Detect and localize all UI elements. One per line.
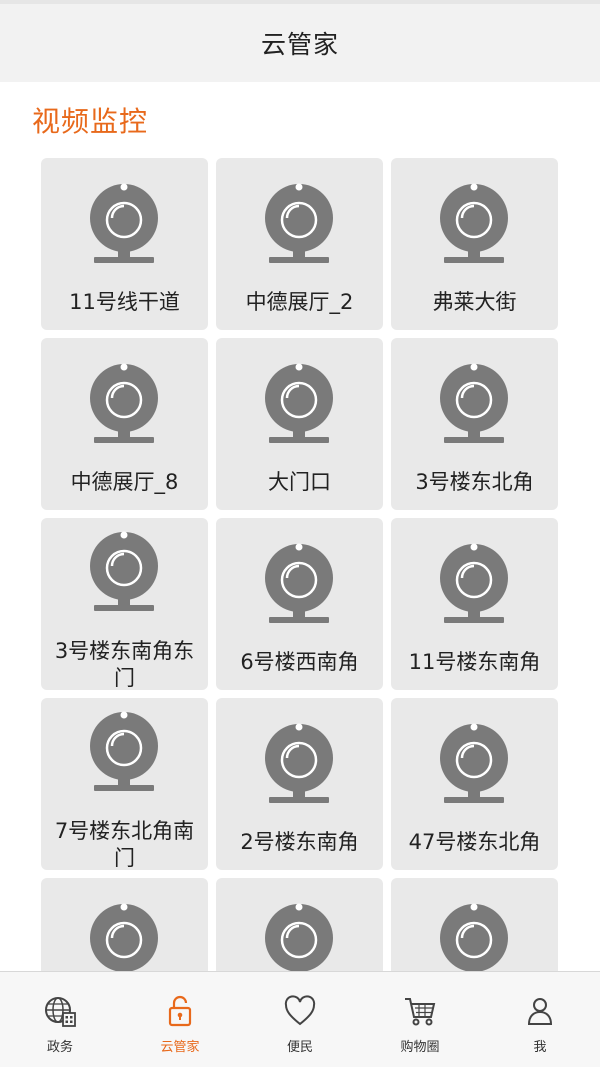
tab-person[interactable]: 我: [480, 972, 600, 1067]
camera-card[interactable]: [391, 878, 558, 971]
camera-card[interactable]: 11号楼东南角: [391, 518, 558, 690]
bottom-tab-bar: 政务 云管家 便民 购物圈 我: [0, 971, 600, 1067]
camera-label: 7号楼东北角南门: [54, 819, 195, 870]
camera-card[interactable]: 大门口: [216, 338, 383, 510]
camera-label: 中德展厅_2: [245, 290, 354, 314]
camera-icon: [438, 542, 510, 626]
camera-icon: [438, 902, 510, 971]
camera-card[interactable]: 中德展厅_2: [216, 158, 383, 330]
camera-card[interactable]: 3号楼东南角东门: [41, 518, 208, 690]
heart-icon: [283, 994, 317, 1032]
camera-label: 2号楼东南角: [240, 830, 359, 854]
camera-label: 3号楼东南角东门: [54, 639, 195, 690]
camera-icon: [263, 542, 335, 626]
page-title: 云管家: [260, 30, 339, 59]
camera-card[interactable]: 3号楼东北角: [391, 338, 558, 510]
camera-icon: [263, 182, 335, 266]
camera-label: 中德展厅_8: [70, 470, 179, 494]
camera-icon: [263, 362, 335, 446]
globe-building-icon: [43, 994, 77, 1032]
tab-unlock[interactable]: 云管家: [120, 972, 240, 1067]
unlock-icon: [163, 994, 197, 1032]
person-icon: [523, 994, 557, 1032]
tab-cart[interactable]: 购物圈: [360, 972, 480, 1067]
camera-card[interactable]: 6号楼西南角: [216, 518, 383, 690]
tab-globe-building[interactable]: 政务: [0, 972, 120, 1067]
camera-icon: [438, 362, 510, 446]
camera-card[interactable]: 11号线干道: [41, 158, 208, 330]
cart-icon: [403, 994, 437, 1032]
camera-card[interactable]: [41, 878, 208, 971]
app-header: 云管家: [0, 0, 600, 82]
camera-grid: 11号线干道 中德展厅_2 弗莱大街 中德展厅_8 大门口 3号楼东北角 3号楼…: [41, 158, 559, 971]
camera-label: 6号楼西南角: [240, 650, 359, 674]
camera-card[interactable]: [216, 878, 383, 971]
camera-icon: [263, 722, 335, 806]
camera-card[interactable]: 2号楼东南角: [216, 698, 383, 870]
camera-label: 11号线干道: [69, 290, 180, 314]
tab-label: 便民: [286, 1040, 313, 1055]
tab-label: 购物圈: [400, 1040, 440, 1055]
camera-label: 11号楼东南角: [408, 650, 541, 674]
camera-icon: [88, 362, 160, 446]
camera-label: 大门口: [268, 470, 331, 494]
camera-icon: [88, 182, 160, 266]
tab-heart[interactable]: 便民: [240, 972, 360, 1067]
camera-icon: [88, 530, 160, 614]
tab-label: 我: [533, 1040, 547, 1055]
camera-label: 3号楼东北角: [415, 470, 534, 494]
camera-label: 47号楼东北角: [408, 830, 541, 854]
tab-label: 云管家: [160, 1040, 200, 1055]
camera-label: 弗莱大街: [432, 290, 517, 314]
camera-card[interactable]: 中德展厅_8: [41, 338, 208, 510]
camera-card[interactable]: 7号楼东北角南门: [41, 698, 208, 870]
camera-card[interactable]: 弗莱大街: [391, 158, 558, 330]
camera-icon: [438, 182, 510, 266]
camera-card[interactable]: 47号楼东北角: [391, 698, 558, 870]
tab-label: 政务: [46, 1040, 73, 1055]
section-title: 视频监控: [32, 105, 149, 138]
camera-icon: [88, 710, 160, 794]
camera-icon: [88, 902, 160, 971]
camera-icon: [438, 722, 510, 806]
camera-icon: [263, 902, 335, 971]
